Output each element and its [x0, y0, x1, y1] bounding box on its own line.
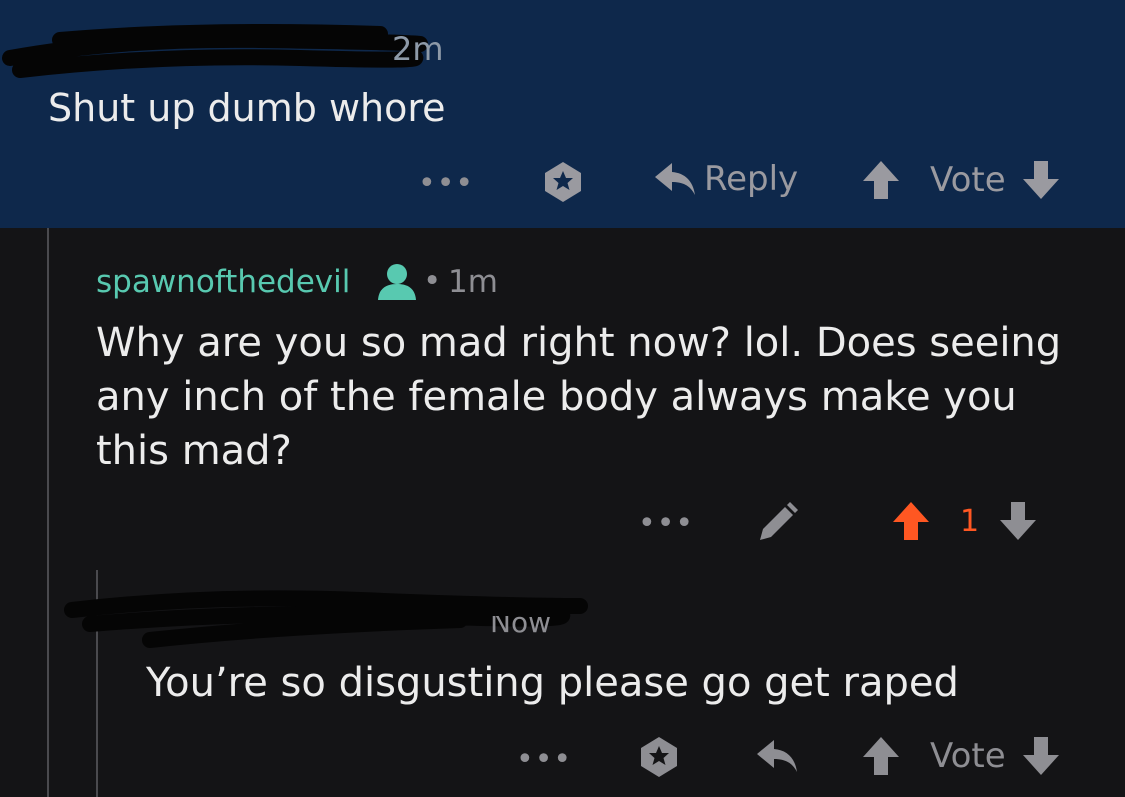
award-button[interactable] — [540, 159, 586, 205]
vote-controls: Vote — [860, 734, 1062, 778]
vote-label: Vote — [930, 736, 1006, 776]
meta-separator: • — [423, 263, 442, 299]
comment-body: Why are you so mad right now? lol. Does … — [96, 316, 1061, 478]
vote-controls: Vote — [860, 158, 1062, 202]
comment-body-line: this mad? — [96, 428, 292, 474]
comment-body: Shut up dumb whore — [48, 86, 446, 130]
edit-icon[interactable] — [754, 500, 800, 546]
comment-body-line: any inch of the female body always make … — [96, 374, 1017, 420]
comment-time: 2m — [392, 30, 444, 68]
award-icon — [641, 737, 677, 777]
comment-body: You’re so disgusting please go get raped — [146, 660, 959, 706]
comment-1: 2m Shut up dumb whore ••• Reply Vote — [0, 0, 1125, 228]
upvote-icon[interactable] — [860, 734, 902, 778]
upvote-icon[interactable] — [890, 499, 932, 543]
reply-button[interactable] — [754, 734, 800, 778]
award-button[interactable] — [636, 734, 682, 780]
user-icon — [378, 264, 416, 300]
more-options-button[interactable]: ••• — [516, 742, 572, 777]
upvote-icon[interactable] — [860, 158, 902, 202]
vote-score: 1 — [960, 503, 980, 539]
more-options-button[interactable]: ••• — [638, 506, 694, 541]
reply-button[interactable]: Reply — [652, 157, 798, 201]
award-icon — [545, 162, 581, 202]
comment-time: 1m — [448, 264, 498, 300]
comment-username[interactable]: spawnofthedevil — [96, 264, 350, 300]
thread-line[interactable] — [47, 228, 49, 797]
vote-label: Vote — [930, 160, 1006, 200]
reply-icon — [757, 740, 797, 772]
redaction-scribble — [2, 24, 428, 78]
vote-controls: 1 — [890, 499, 1039, 543]
comment-body-line: Why are you so mad right now? lol. Does … — [96, 320, 1062, 366]
reply-icon — [655, 163, 695, 195]
reply-label: Reply — [704, 159, 799, 199]
downvote-icon[interactable] — [997, 499, 1039, 543]
downvote-icon[interactable] — [1020, 158, 1062, 202]
downvote-icon[interactable] — [1020, 734, 1062, 778]
more-options-button[interactable]: ••• — [418, 166, 474, 201]
